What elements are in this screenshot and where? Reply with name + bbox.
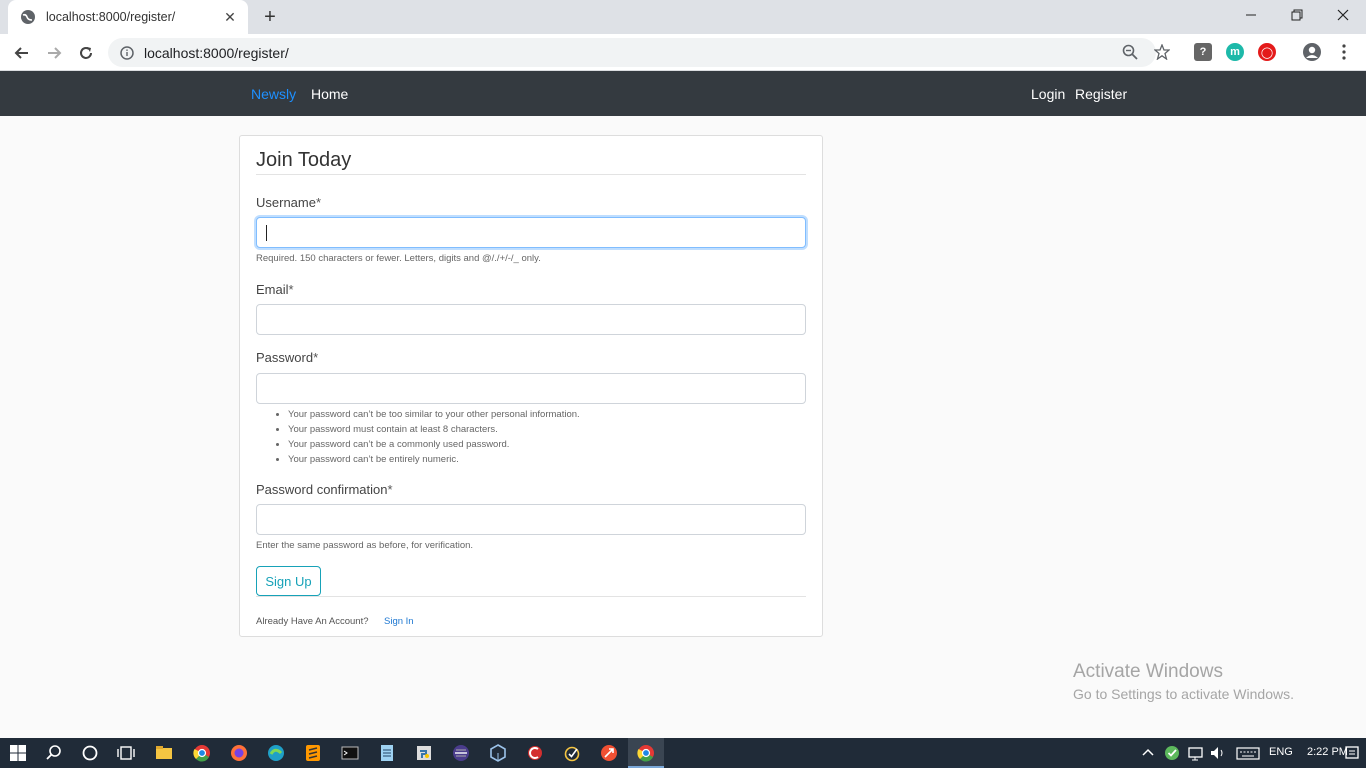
search-icon[interactable]: [44, 743, 64, 763]
activate-windows-subtitle: Go to Settings to activate Windows.: [1073, 686, 1294, 702]
activate-windows-title: Activate Windows: [1073, 661, 1223, 682]
page-viewport: Newsly Home Login Register Join Today Us…: [0, 71, 1366, 738]
nav-login-link[interactable]: Login: [1031, 86, 1065, 102]
chrome-icon[interactable]: [192, 743, 212, 763]
profile-avatar-icon[interactable]: [1302, 42, 1322, 62]
new-tab-button[interactable]: +: [260, 7, 280, 27]
tasks-app-icon[interactable]: [562, 743, 582, 763]
password-rules-list: Your password can’t be too similar to yo…: [272, 407, 580, 467]
task-view-icon[interactable]: [116, 743, 136, 763]
password-confirmation-input[interactable]: [256, 504, 806, 535]
username-help-text: Required. 150 characters or fewer. Lette…: [256, 253, 541, 264]
firefox-icon[interactable]: [229, 743, 249, 763]
language-indicator[interactable]: ENG: [1269, 746, 1293, 758]
git-app-icon[interactable]: [599, 743, 619, 763]
site-navbar: Newsly Home Login Register: [0, 71, 1366, 116]
password-label: Password*: [256, 350, 319, 365]
ccleaner-icon[interactable]: [525, 743, 545, 763]
virtualbox-icon[interactable]: [488, 743, 508, 763]
list-item: Your password must contain at least 8 ch…: [288, 422, 580, 437]
menu-kebab-icon[interactable]: [1340, 43, 1348, 61]
back-arrow-icon[interactable]: [9, 40, 35, 66]
windows-start-icon[interactable]: [8, 743, 28, 763]
url-text: localhost:8000/register/: [144, 44, 289, 61]
notifications-icon[interactable]: [1342, 743, 1362, 763]
required-marker: *: [315, 195, 322, 210]
password-confirmation-label: Password confirmation*: [256, 482, 393, 497]
password-confirmation-help-text: Enter the same password as before, for v…: [256, 540, 474, 551]
required-marker: *: [288, 282, 294, 297]
text-caret: [266, 225, 267, 241]
bookmark-star-icon[interactable]: [1154, 44, 1170, 60]
file-explorer-icon[interactable]: [154, 743, 174, 763]
required-marker: *: [387, 482, 393, 497]
password-input[interactable]: [256, 373, 806, 404]
address-bar[interactable]: localhost:8000/register/: [108, 38, 1156, 67]
form-legend: Join Today: [256, 149, 806, 175]
globe-icon: [21, 10, 35, 24]
opera-extension-icon[interactable]: ◯: [1258, 43, 1276, 61]
username-input[interactable]: [256, 217, 806, 248]
divider: [256, 596, 806, 597]
tab-title: localhost:8000/register/: [46, 10, 176, 24]
chrome-active-icon[interactable]: [636, 743, 656, 763]
window-close-icon[interactable]: [1320, 0, 1366, 30]
info-icon[interactable]: [120, 45, 134, 60]
email-label: Email*: [256, 282, 294, 297]
already-have-account-text: Already Have An Account?: [256, 616, 369, 627]
reload-icon[interactable]: [73, 40, 99, 66]
volume-icon[interactable]: [1208, 743, 1228, 763]
python-idle-icon[interactable]: [414, 743, 434, 763]
sign-up-button[interactable]: Sign Up: [256, 566, 321, 596]
browser-tabstrip: localhost:8000/register/ ✕ +: [0, 0, 1366, 34]
browser-toolbar: localhost:8000/register/ ? m ◯: [0, 34, 1366, 71]
required-marker: *: [313, 350, 319, 365]
security-check-icon[interactable]: [1162, 743, 1182, 763]
sign-in-link[interactable]: Sign In: [384, 616, 414, 627]
brand-link[interactable]: Newsly: [251, 86, 296, 102]
zoom-icon[interactable]: [1122, 44, 1138, 60]
nav-register-link[interactable]: Register: [1075, 86, 1127, 102]
network-icon[interactable]: [1186, 743, 1206, 763]
cortana-icon[interactable]: [80, 743, 100, 763]
tab-close-icon[interactable]: ✕: [222, 9, 238, 25]
browser-tab[interactable]: localhost:8000/register/ ✕: [8, 0, 248, 34]
notepad-icon[interactable]: [377, 743, 397, 763]
terminal-app-icon[interactable]: [451, 743, 471, 763]
command-prompt-icon[interactable]: [340, 743, 360, 763]
chevron-up-icon[interactable]: [1138, 743, 1158, 763]
list-item: Your password can’t be entirely numeric.: [288, 452, 580, 467]
sublime-text-icon[interactable]: [303, 743, 323, 763]
restore-icon[interactable]: [1274, 0, 1320, 30]
email-input[interactable]: [256, 304, 806, 335]
keyboard-icon[interactable]: [1236, 743, 1260, 763]
nav-home-link[interactable]: Home: [311, 86, 348, 102]
minimize-icon[interactable]: [1228, 0, 1274, 30]
username-label: Username*: [256, 195, 322, 210]
list-item: Your password can’t be too similar to yo…: [288, 407, 580, 422]
forward-arrow-icon[interactable]: [41, 40, 67, 66]
list-item: Your password can’t be a commonly used p…: [288, 437, 580, 452]
windows-taskbar: ENG 2:22 PM: [0, 738, 1366, 768]
register-card: Join Today Username* Required. 150 chara…: [239, 135, 823, 637]
edge-icon[interactable]: [266, 743, 286, 763]
m-extension-icon[interactable]: m: [1226, 43, 1244, 61]
help-extension-icon[interactable]: ?: [1194, 43, 1212, 61]
